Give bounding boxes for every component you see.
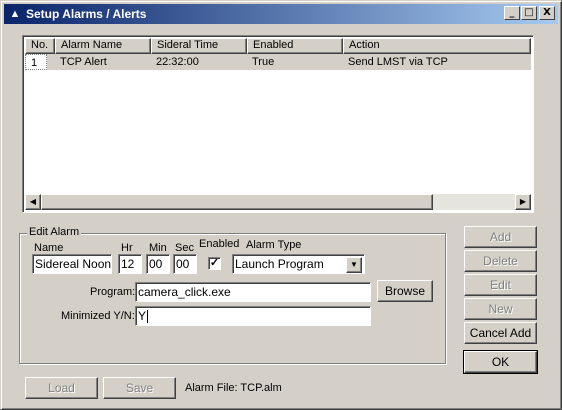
minimized-label: Minimized Y/N: (61, 310, 135, 322)
hour-input[interactable]: 12 (118, 254, 142, 274)
column-header-enabled[interactable]: Enabled (247, 38, 343, 54)
load-button[interactable]: Load (25, 377, 98, 399)
alarm-type-select[interactable]: Launch Program ▼ (232, 254, 365, 274)
edit-alarm-group-title: Edit Alarm (27, 226, 82, 238)
horizontal-scrollbar[interactable]: ◀ ▶ (25, 194, 531, 210)
delete-button[interactable]: Delete (464, 250, 537, 272)
scroll-left-arrow-icon[interactable]: ◀ (25, 194, 41, 210)
alarm-type-label: Alarm Type (246, 239, 302, 251)
minimized-value: Y (138, 309, 147, 323)
enabled-checkbox[interactable]: ✓ (208, 257, 221, 270)
dropdown-arrow-icon[interactable]: ▼ (346, 257, 362, 273)
row-enabled: True (252, 56, 275, 68)
ok-button[interactable]: OK (463, 350, 538, 374)
alarm-file-label: Alarm File: TCP.alm (185, 382, 282, 394)
table-row[interactable]: 1 TCP Alert 22:32:00 True Send LMST via … (25, 54, 531, 70)
scroll-right-arrow-icon[interactable]: ▶ (515, 194, 531, 210)
scroll-thumb[interactable] (41, 194, 433, 210)
column-header-action[interactable]: Action (343, 38, 531, 54)
column-header-no[interactable]: No. (25, 38, 55, 54)
text-cursor (147, 310, 149, 324)
alarm-list[interactable]: No. Alarm Name Sideral Time Enabled Acti… (22, 35, 534, 213)
program-label: Program: (90, 286, 136, 298)
setup-alarms-window: ▲ Setup Alarms / Alerts _ □ X No. Alarm … (0, 0, 562, 410)
alarm-type-value: Launch Program (235, 257, 324, 271)
maximize-button[interactable]: □ (521, 6, 537, 20)
program-input[interactable]: camera_click.exe (135, 282, 371, 302)
add-button[interactable]: Add (464, 226, 537, 248)
telescope-icon: ▲ (9, 8, 21, 20)
cancel-add-button[interactable]: Cancel Add (464, 322, 537, 344)
row-action: Send LMST via TCP (348, 56, 448, 68)
minimized-input[interactable]: Y (135, 306, 371, 326)
column-header-sideral-time[interactable]: Sideral Time (151, 38, 247, 54)
second-input[interactable]: 00 (173, 254, 197, 274)
window-title: Setup Alarms / Alerts (26, 7, 147, 21)
minimize-button[interactable]: _ (504, 6, 520, 20)
row-sideral-time: 22:32:00 (156, 56, 199, 68)
list-header: No. Alarm Name Sideral Time Enabled Acti… (25, 38, 531, 54)
minute-input[interactable]: 00 (146, 254, 170, 274)
name-input[interactable]: Sidereal Noon (32, 254, 112, 274)
row-no: 1 (25, 54, 47, 70)
column-header-alarm-name[interactable]: Alarm Name (55, 38, 151, 54)
enabled-label: Enabled (199, 238, 240, 250)
save-button[interactable]: Save (103, 377, 176, 399)
browse-button[interactable]: Browse (377, 280, 433, 302)
edit-button[interactable]: Edit (464, 274, 537, 296)
row-alarm-name: TCP Alert (60, 56, 107, 68)
new-button[interactable]: New (464, 298, 537, 320)
title-bar[interactable]: ▲ Setup Alarms / Alerts _ □ X (4, 4, 558, 24)
close-button[interactable]: X (539, 6, 555, 20)
